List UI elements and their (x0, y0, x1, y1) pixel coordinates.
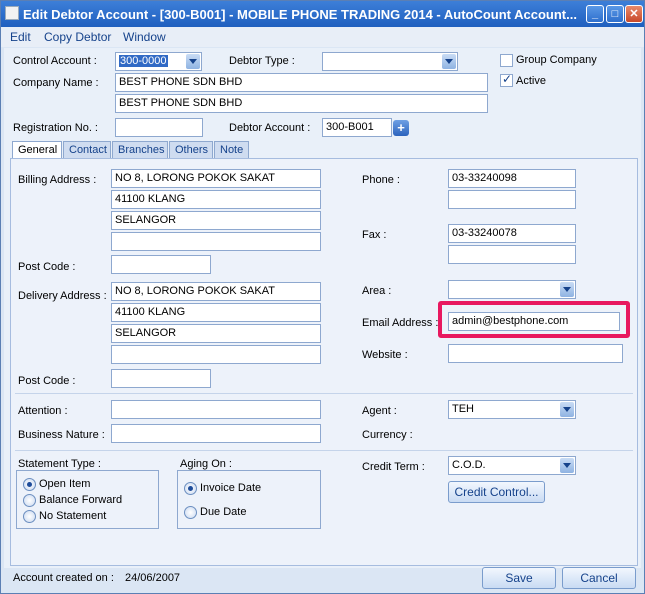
business-nature-label: Business Nature : (18, 429, 105, 441)
title-bar[interactable]: Edit Debtor Account - [300-B001] - MOBIL… (1, 1, 644, 27)
registration-field[interactable] (115, 118, 203, 137)
delivery-post-code-label: Post Code : (18, 375, 76, 387)
area-label: Area : (362, 285, 392, 297)
chevron-down-icon[interactable] (560, 282, 574, 297)
maximize-button[interactable]: □ (606, 5, 624, 23)
email-label: Email Address : (362, 317, 439, 329)
fax-2-field[interactable] (448, 245, 576, 264)
tab-branches[interactable]: Branches (112, 141, 168, 159)
radio-balance-forward[interactable] (23, 494, 36, 507)
statement-type-label: Statement Type : (18, 458, 101, 470)
billing-address-label: Billing Address : (18, 174, 97, 186)
account-created-value: 24/06/2007 (125, 572, 181, 584)
attention-label: Attention : (18, 405, 68, 417)
control-account-value: 300-0000 (119, 55, 168, 67)
phone-label: Phone : (362, 174, 400, 186)
delivery-address-line-4[interactable] (111, 345, 321, 364)
agent-label: Agent : (362, 405, 397, 417)
company-name-field[interactable]: BEST PHONE SDN BHD (115, 73, 488, 92)
balance-forward-label: Balance Forward (39, 494, 123, 506)
debtor-type-combo[interactable] (322, 52, 458, 71)
statement-type-group: Open Item Balance Forward No Statement (16, 470, 159, 529)
billing-address-line-3[interactable]: SELANGOR (111, 211, 321, 230)
billing-address-line-1[interactable]: NO 8, LORONG POKOK SAKAT (111, 169, 321, 188)
delivery-address-label: Delivery Address : (18, 290, 107, 302)
chevron-down-icon[interactable] (442, 54, 456, 69)
divider (15, 450, 633, 451)
delivery-address-line-3[interactable]: SELANGOR (111, 324, 321, 343)
billing-address-line-2[interactable]: 41100 KLANG (111, 190, 321, 209)
radio-invoice-date[interactable] (184, 482, 197, 495)
fax-1-field[interactable]: 03-33240078 (448, 224, 576, 243)
registration-label: Registration No. : (13, 122, 98, 134)
credit-control-button[interactable]: Credit Control... (448, 481, 545, 503)
divider (15, 393, 633, 394)
email-field[interactable]: admin@bestphone.com (448, 312, 620, 331)
invoice-date-label: Invoice Date (200, 482, 262, 494)
billing-post-code-field[interactable] (111, 255, 211, 274)
billing-address-line-4[interactable] (111, 232, 321, 251)
debtor-account-field[interactable]: 300-B001 (322, 118, 392, 137)
aging-on-group: Invoice Date Due Date (177, 470, 321, 529)
save-button[interactable]: Save (482, 567, 556, 589)
credit-term-combo[interactable]: C.O.D. (448, 456, 576, 475)
cancel-button[interactable]: Cancel (562, 567, 636, 589)
due-date-label: Due Date (200, 506, 247, 518)
chevron-down-icon[interactable] (560, 458, 574, 473)
website-field[interactable] (448, 344, 623, 363)
phone-2-field[interactable] (448, 190, 576, 209)
aging-on-label: Aging On : (180, 458, 232, 470)
currency-label: Currency : (362, 429, 413, 441)
account-created-label: Account created on : (13, 572, 114, 584)
window-title: Edit Debtor Account - [300-B001] - MOBIL… (23, 7, 577, 22)
control-account-label: Control Account : (13, 55, 97, 67)
menu-copy-debtor[interactable]: Copy Debtor (44, 30, 111, 44)
company-name-2-field[interactable]: BEST PHONE SDN BHD (115, 94, 488, 113)
add-icon[interactable]: + (393, 120, 409, 136)
chevron-down-icon[interactable] (186, 54, 200, 69)
minimize-button[interactable]: _ (586, 5, 604, 23)
fax-label: Fax : (362, 229, 387, 241)
general-tab-panel: Billing Address : NO 8, LORONG POKOK SAK… (10, 158, 638, 566)
delivery-post-code-field[interactable] (111, 369, 211, 388)
delivery-address-line-2[interactable]: 41100 KLANG (111, 303, 321, 322)
area-combo[interactable] (448, 280, 576, 299)
billing-post-code-label: Post Code : (18, 261, 76, 273)
active-checkbox[interactable] (500, 72, 513, 87)
website-label: Website : (362, 349, 408, 361)
group-company-checkbox[interactable] (500, 54, 513, 67)
business-nature-field[interactable] (111, 424, 321, 443)
credit-term-value: C.O.D. (452, 459, 486, 471)
control-account-combo[interactable]: 300-0000 (115, 52, 202, 71)
agent-value: TEH (452, 403, 474, 415)
tab-contact[interactable]: Contact (63, 141, 111, 159)
tab-others[interactable]: Others (169, 141, 213, 159)
menu-window[interactable]: Window (123, 30, 166, 44)
debtor-type-label: Debtor Type : (229, 55, 295, 67)
menu-edit[interactable]: Edit (10, 30, 31, 44)
delivery-address-line-1[interactable]: NO 8, LORONG POKOK SAKAT (111, 282, 321, 301)
app-icon (5, 6, 19, 20)
tab-note[interactable]: Note (214, 141, 249, 159)
debtor-form: Control Account : 300-0000 Debtor Type :… (4, 48, 641, 584)
phone-1-field[interactable]: 03-33240098 (448, 169, 576, 188)
chevron-down-icon[interactable] (560, 402, 574, 417)
debtor-window: Edit Debtor Account - [300-B001] - MOBIL… (0, 0, 645, 594)
close-button[interactable]: ✕ (625, 5, 643, 23)
menu-bar: Edit Copy Debtor Window (1, 27, 644, 47)
group-company-label: Group Company (516, 54, 597, 66)
open-item-label: Open Item (39, 478, 91, 490)
radio-no-statement[interactable] (23, 510, 36, 523)
attention-field[interactable] (111, 400, 321, 419)
credit-term-label: Credit Term : (362, 461, 425, 473)
radio-open-item[interactable] (23, 478, 36, 491)
agent-combo[interactable]: TEH (448, 400, 576, 419)
debtor-account-label: Debtor Account : (229, 122, 311, 134)
active-label: Active (516, 75, 546, 87)
radio-due-date[interactable] (184, 506, 197, 519)
company-name-label: Company Name : (13, 77, 99, 89)
no-statement-label: No Statement (39, 510, 107, 522)
